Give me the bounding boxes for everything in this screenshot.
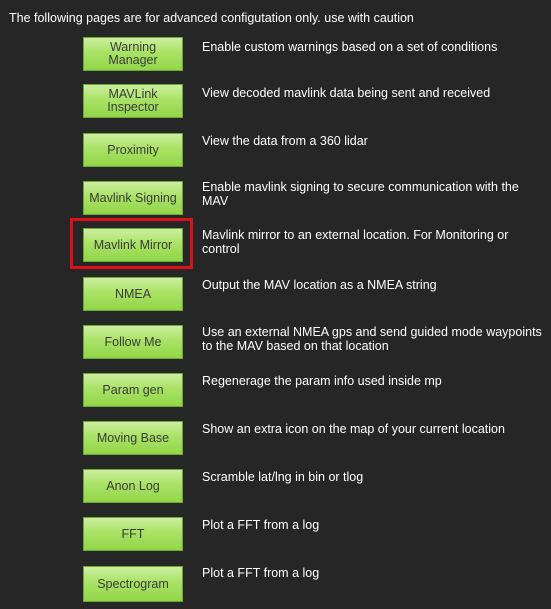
param-gen-description: Regenerage the param info used inside mp	[202, 374, 442, 388]
anon-log-description: Scramble lat/lng in bin or tlog	[202, 470, 364, 484]
proximity-description: View the data from a 360 lidar	[202, 134, 368, 148]
row-param-gen: Param gen Regenerage the param info used…	[0, 373, 551, 413]
row-mavlink-signing: Mavlink Signing Enable mavlink signing t…	[0, 180, 551, 221]
anon-log-button[interactable]: Anon Log	[83, 469, 183, 503]
row-mavlink-mirror: Mavlink Mirror Mavlink mirror to an exte…	[0, 228, 551, 268]
row-nmea: NMEA Output the MAV location as a NMEA s…	[0, 277, 551, 317]
warning-manager-description: Enable custom warnings based on a set of…	[202, 40, 498, 54]
nmea-button[interactable]: NMEA	[83, 277, 183, 311]
fft-description: Plot a FFT from a log	[202, 518, 320, 532]
fft-button[interactable]: FFT	[83, 517, 183, 551]
spectrogram-button[interactable]: Spectrogram	[83, 566, 183, 602]
row-moving-base: Moving Base Show an extra icon on the ma…	[0, 421, 551, 461]
row-proximity: Proximity View the data from a 360 lidar	[0, 133, 551, 173]
mavlink-signing-button[interactable]: Mavlink Signing	[83, 181, 183, 215]
mavlink-signing-description: Enable mavlink signing to secure communi…	[202, 180, 519, 208]
mavlink-mirror-description: Mavlink mirror to an external location. …	[202, 228, 509, 256]
warning-manager-button[interactable]: Warning Manager	[83, 37, 183, 71]
mavlink-mirror-button[interactable]: Mavlink Mirror	[83, 228, 183, 262]
row-anon-log: Anon Log Scramble lat/lng in bin or tlog	[0, 469, 551, 509]
row-spectrogram: Spectrogram Plot a FFT from a log	[0, 566, 551, 606]
param-gen-button[interactable]: Param gen	[83, 373, 183, 407]
follow-me-button[interactable]: Follow Me	[83, 325, 183, 359]
row-fft: FFT Plot a FFT from a log	[0, 517, 551, 557]
row-warning-manager: Warning Manager Enable custom warnings b…	[0, 37, 551, 77]
row-mavlink-inspector: MAVLink Inspector View decoded mavlink d…	[0, 84, 551, 124]
nmea-description: Output the MAV location as a NMEA string	[202, 278, 437, 292]
follow-me-description: Use an external NMEA gps and send guided…	[202, 325, 542, 353]
mavlink-inspector-button[interactable]: MAVLink Inspector	[83, 84, 183, 118]
moving-base-button[interactable]: Moving Base	[83, 421, 183, 455]
mavlink-inspector-description: View decoded mavlink data being sent and…	[202, 86, 491, 100]
row-follow-me: Follow Me Use an external NMEA gps and s…	[0, 325, 551, 365]
page-header: The following pages are for advanced con…	[9, 11, 414, 25]
moving-base-description: Show an extra icon on the map of your cu…	[202, 422, 505, 436]
spectrogram-description: Plot a FFT from a log	[202, 566, 320, 580]
proximity-button[interactable]: Proximity	[83, 133, 183, 167]
